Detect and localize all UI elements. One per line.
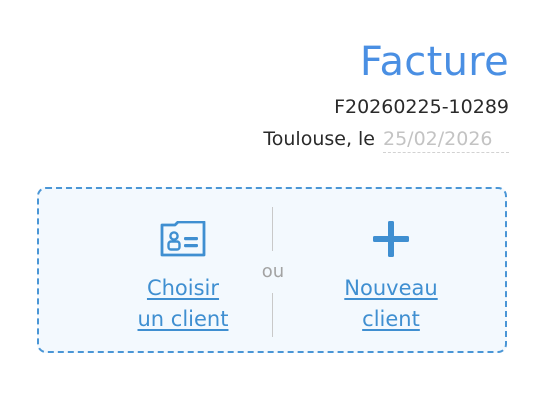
divider-top <box>272 207 273 251</box>
invoice-header: Facture F20260225-10289 Toulouse, le <box>263 38 509 153</box>
date-field[interactable] <box>383 128 509 153</box>
choose-client-line1: Choisir <box>146 276 220 300</box>
plus-icon <box>373 221 409 257</box>
invoice-title: Facture <box>359 39 509 85</box>
new-client-line1: Nouveau <box>344 276 438 300</box>
place-label: Toulouse, le <box>263 128 375 150</box>
contact-card-icon <box>160 221 206 257</box>
choose-client-label: Choisir un client <box>93 273 273 335</box>
new-client-button[interactable]: Nouveau client <box>301 215 481 335</box>
client-picker: Choisir un client ou Nouveau client <box>37 187 507 353</box>
new-client-label: Nouveau client <box>301 273 481 335</box>
choose-client-line2: un client <box>137 307 229 331</box>
new-client-line2: client <box>362 307 420 331</box>
invoice-number: F20260225-10289 <box>334 96 509 118</box>
invoice-place-date: Toulouse, le <box>263 126 509 153</box>
or-separator: ou <box>261 261 285 282</box>
divider-bottom <box>272 293 273 337</box>
